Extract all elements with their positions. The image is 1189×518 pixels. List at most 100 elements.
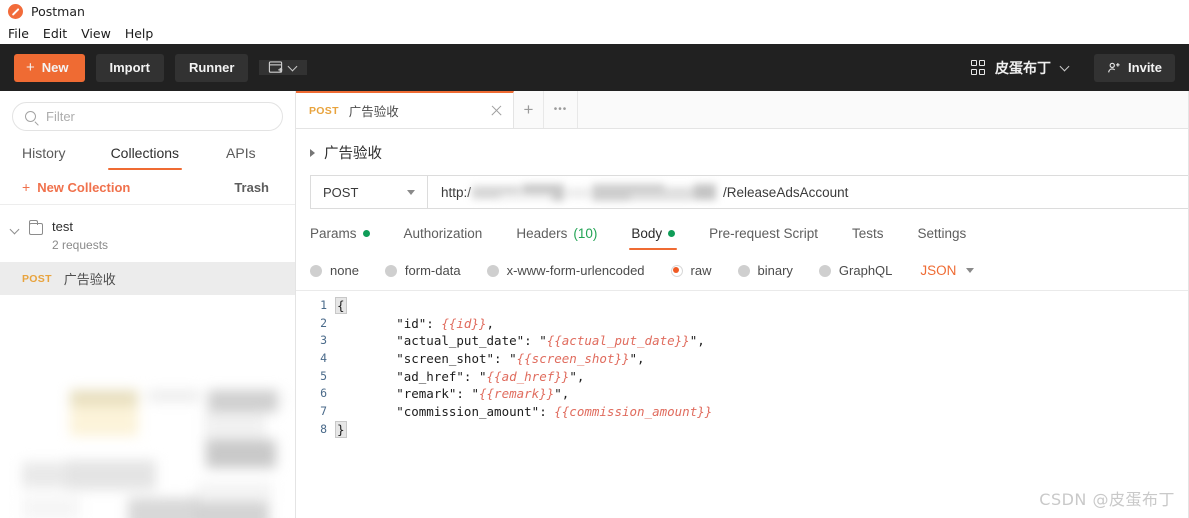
code-line: "actual_put_date": "{{actual_put_date}}"… xyxy=(336,332,1189,350)
chevron-down-icon xyxy=(289,63,298,72)
invite-button[interactable]: Invite xyxy=(1094,53,1175,82)
code-token: "actual_put_date": " xyxy=(336,333,547,349)
body-mode-raw[interactable]: raw xyxy=(670,263,712,278)
request-panel: POST 广告验收 + ••• 广告验收 POST http:/ /Releas… xyxy=(296,91,1189,518)
tab-tests-label: Tests xyxy=(851,226,884,241)
body-mode-graphql-label: GraphQL xyxy=(838,263,893,278)
tab-method-label: POST xyxy=(309,104,339,117)
code-token: , xyxy=(486,315,495,331)
request-method-label: POST xyxy=(22,272,52,285)
sidebar: Filter History Collections APIs + New Co… xyxy=(0,91,296,518)
tab-headers-label: Headers xyxy=(516,226,568,241)
body-editor[interactable]: 1 2 3 4 5 6 7 8 { "id": {{id}}, "actual_… xyxy=(296,291,1189,439)
line-number: 4 xyxy=(320,351,327,366)
tab-options-button[interactable]: ••• xyxy=(544,91,578,128)
trash-button[interactable]: Trash xyxy=(234,180,269,195)
code-token: ", xyxy=(569,368,585,384)
runner-button[interactable]: Runner xyxy=(174,53,249,82)
chevron-down-icon[interactable] xyxy=(10,225,20,235)
tab-params-label: Params xyxy=(310,226,357,241)
url-prefix: http:/ xyxy=(441,184,472,200)
tab-authorization[interactable]: Authorization xyxy=(404,226,483,250)
code-token: "ad_href": " xyxy=(336,368,487,384)
menu-item-help[interactable]: Help xyxy=(125,26,154,41)
raw-format-dropdown[interactable]: JSON xyxy=(920,263,975,278)
code-line: "remark": "{{remark}}", xyxy=(336,385,1189,403)
breadcrumb: 广告验收 xyxy=(296,129,1189,175)
workspace-selector[interactable]: 皮蛋布丁 xyxy=(965,58,1077,78)
tab-body[interactable]: Body xyxy=(629,226,677,250)
folder-icon xyxy=(28,220,43,235)
collection-text: test 2 requests xyxy=(52,219,108,252)
tab-tests[interactable]: Tests xyxy=(852,226,884,250)
code-token: "id": xyxy=(336,315,442,331)
breadcrumb-title: 广告验收 xyxy=(324,146,382,162)
postman-window: Postman File Edit View Help + New Import… xyxy=(0,0,1189,518)
menu-item-file[interactable]: File xyxy=(8,26,29,41)
import-button[interactable]: Import xyxy=(95,53,164,82)
template-variable: {{commission_amount}} xyxy=(554,404,713,420)
radio-icon xyxy=(486,264,499,277)
tab-history[interactable]: History xyxy=(22,145,66,170)
tab-settings-label: Settings xyxy=(917,226,967,241)
chevron-right-icon[interactable] xyxy=(310,148,315,157)
method-value: POST xyxy=(323,184,359,200)
body-mode-form-data[interactable]: form-data xyxy=(384,263,461,278)
tab-apis[interactable]: APIs xyxy=(226,145,256,170)
line-number: 5 xyxy=(320,368,327,383)
new-window-button[interactable] xyxy=(259,60,308,75)
workspace-name: 皮蛋布丁 xyxy=(995,60,1052,77)
tab-settings[interactable]: Settings xyxy=(917,226,966,250)
body-mode-urlencoded[interactable]: x-www-form-urlencoded xyxy=(486,263,645,278)
redacted-url-host xyxy=(472,183,722,201)
workspace-body: Filter History Collections APIs + New Co… xyxy=(0,91,1189,518)
new-button[interactable]: + New xyxy=(14,53,85,82)
request-name-label: 广告验收 xyxy=(63,273,116,288)
template-variable: {{actual_put_date}} xyxy=(546,333,690,349)
chevron-down-icon xyxy=(407,189,415,195)
new-collection-button[interactable]: + New Collection xyxy=(22,179,130,195)
menu-bar: File Edit View Help xyxy=(0,22,1189,44)
plus-icon: + xyxy=(26,59,35,76)
body-mode-urlencoded-label: x-www-form-urlencoded xyxy=(506,263,645,278)
tab-collections[interactable]: Collections xyxy=(107,145,183,170)
collection-row[interactable]: test 2 requests xyxy=(0,205,295,262)
sidebar-request-item[interactable]: POST 广告验收 xyxy=(0,262,295,295)
search-input[interactable]: Filter xyxy=(12,102,283,131)
method-dropdown[interactable]: POST xyxy=(310,175,428,209)
person-add-icon xyxy=(1108,62,1120,72)
close-icon[interactable] xyxy=(490,104,503,117)
chevron-down-icon xyxy=(1061,63,1070,72)
sidebar-subbar: + New Collection Trash xyxy=(0,170,295,205)
line-number: 3 xyxy=(320,333,327,348)
code-line: } xyxy=(335,420,1189,439)
body-mode-binary[interactable]: binary xyxy=(737,263,793,278)
menu-item-edit[interactable]: Edit xyxy=(43,26,67,41)
url-input[interactable]: http:/ /ReleaseAdsAccount xyxy=(428,175,1189,209)
code-token: ", xyxy=(554,386,570,402)
headers-count: (10) xyxy=(573,226,598,241)
tab-pre-request-script-label: Pre-request Script xyxy=(709,226,818,241)
new-tab-button[interactable]: + xyxy=(514,91,544,128)
main-toolbar: + New Import Runner 皮蛋布丁 Invite xyxy=(0,44,1189,91)
body-mode-raw-label: raw xyxy=(690,263,712,278)
postman-logo-icon xyxy=(8,3,23,19)
line-number: 6 xyxy=(320,386,327,401)
tab-pre-request-script[interactable]: Pre-request Script xyxy=(709,226,818,250)
body-mode-none[interactable]: none xyxy=(310,263,359,278)
tab-headers[interactable]: Headers (10) xyxy=(516,226,597,250)
tab-params[interactable]: Params xyxy=(310,226,370,250)
request-section-tabs: Params Authorization Headers (10) Body P… xyxy=(296,209,1189,250)
status-dot xyxy=(668,230,676,237)
body-mode-none-label: none xyxy=(330,263,359,278)
template-variable: {{id}} xyxy=(441,315,487,331)
menu-item-view[interactable]: View xyxy=(81,26,111,41)
code-content[interactable]: { "id": {{id}}, "actual_put_date": "{{ac… xyxy=(335,297,1189,439)
template-variable: {{remark}} xyxy=(479,386,555,402)
code-token: "commission_amount": xyxy=(336,404,555,420)
radio-icon xyxy=(384,264,397,277)
open-request-tab[interactable]: POST 广告验收 xyxy=(296,91,514,128)
watermark: CSDN @皮蛋布丁 xyxy=(1039,490,1175,509)
body-mode-graphql[interactable]: GraphQL xyxy=(818,263,893,278)
code-token: "remark": " xyxy=(336,386,479,402)
